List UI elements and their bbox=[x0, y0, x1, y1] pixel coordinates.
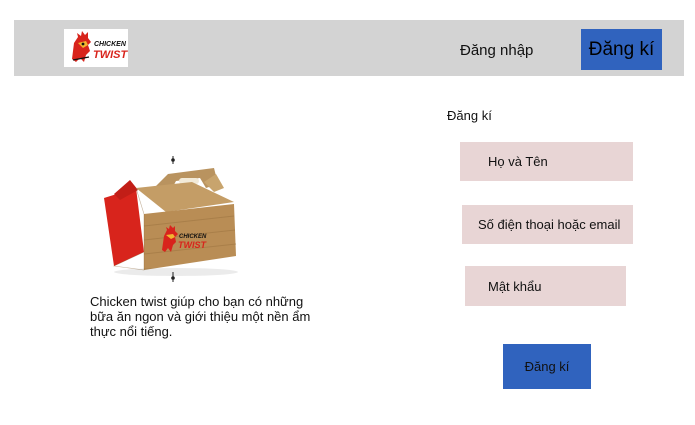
logo-text-chicken: CHICKEN bbox=[94, 41, 127, 48]
phone-or-email-input[interactable]: Số điện thoại hoặc email bbox=[462, 205, 633, 244]
register-submit-button[interactable]: Đăng kí bbox=[503, 344, 591, 389]
full-name-input[interactable]: Họ và Tên bbox=[460, 142, 633, 181]
intro-description: Chicken twist giúp cho bạn có những bữa … bbox=[90, 294, 311, 339]
register-form-title: Đăng kí bbox=[447, 108, 492, 123]
brand-logo[interactable]: CHICKEN TWIST bbox=[64, 29, 128, 67]
chicken-box-icon: CHICKEN TWIST bbox=[104, 156, 238, 282]
box-logo-text-twist: TWIST bbox=[178, 240, 207, 250]
register-nav-button[interactable]: Đăng kí bbox=[581, 29, 662, 70]
product-box-image: CHICKEN TWIST bbox=[96, 154, 266, 284]
top-header: CHICKEN TWIST Đăng nhập Đăng kí bbox=[14, 20, 684, 76]
rooster-logo-icon: CHICKEN TWIST bbox=[72, 31, 128, 62]
logo-text-twist: TWIST bbox=[93, 49, 128, 61]
password-input[interactable]: Mật khẩu bbox=[465, 266, 626, 306]
login-link[interactable]: Đăng nhập bbox=[460, 42, 533, 59]
